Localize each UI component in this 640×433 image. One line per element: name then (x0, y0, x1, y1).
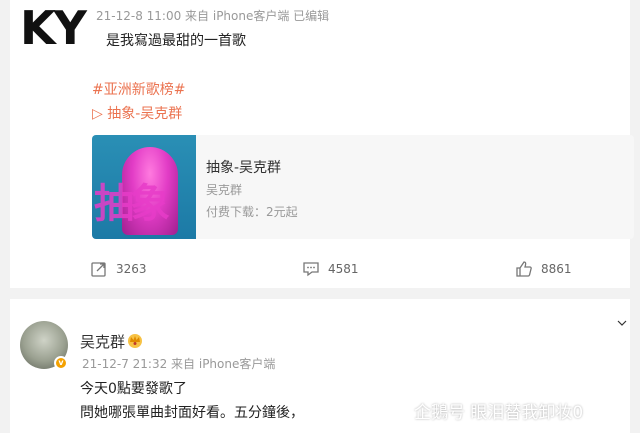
post-card-1: 21-12-8 11:00 来自 iPhone客户端 已编辑 是我寫過最甜的一首… (10, 0, 634, 288)
post-text: 是我寫過最甜的一首歌 (106, 33, 246, 49)
chevron-down-icon[interactable] (617, 319, 627, 327)
crown-icon (128, 334, 142, 348)
comment-icon (303, 262, 319, 277)
post-meta: 21-12-7 21:32 来自 iPhone客户端 (82, 357, 276, 371)
watermark: 企鵝号 眼泪替我卸妆0 (386, 398, 583, 423)
song-link[interactable]: ▷ 抽象-吴克群 (92, 103, 182, 123)
penguin-logo-icon (389, 402, 405, 421)
verified-badge: v (54, 356, 68, 370)
thumbs-up-icon (516, 261, 532, 277)
song-price: 付费下载：2元起 (206, 205, 298, 219)
share-icon (91, 262, 106, 277)
cover-title: 抽象 (94, 181, 170, 227)
topic-link[interactable]: #亚洲新歌榜# (92, 79, 185, 99)
share-button[interactable]: 3263 (90, 258, 147, 280)
post-text-line: 問她哪張單曲封面好看。五分鐘後， (80, 405, 304, 421)
post-actions: 3263 4581 8861 (10, 258, 630, 280)
post-text-line: 今天0點要發歌了 (80, 381, 187, 397)
song-title[interactable]: 抽象-吴克群 (206, 157, 281, 177)
album-cover: 抽象 (92, 135, 196, 239)
username[interactable]: 吴克群 (80, 331, 125, 352)
song-artist: 吴克群 (206, 183, 243, 197)
watermark-text: 企鵝号 眼泪替我卸妆0 (414, 403, 584, 423)
comment-count: 4581 (328, 262, 359, 276)
like-button[interactable]: 8861 (515, 258, 572, 280)
share-count: 3263 (116, 262, 147, 276)
post-meta: 21-12-8 11:00 来自 iPhone客户端 已编辑 (96, 9, 330, 23)
like-count: 8861 (541, 262, 572, 276)
music-card[interactable]: 抽象 抽象-吴克群 吴克群 付费下载：2元起 (92, 135, 634, 239)
comment-button[interactable]: 4581 (302, 258, 359, 280)
ky-logo: KY (19, 1, 88, 55)
